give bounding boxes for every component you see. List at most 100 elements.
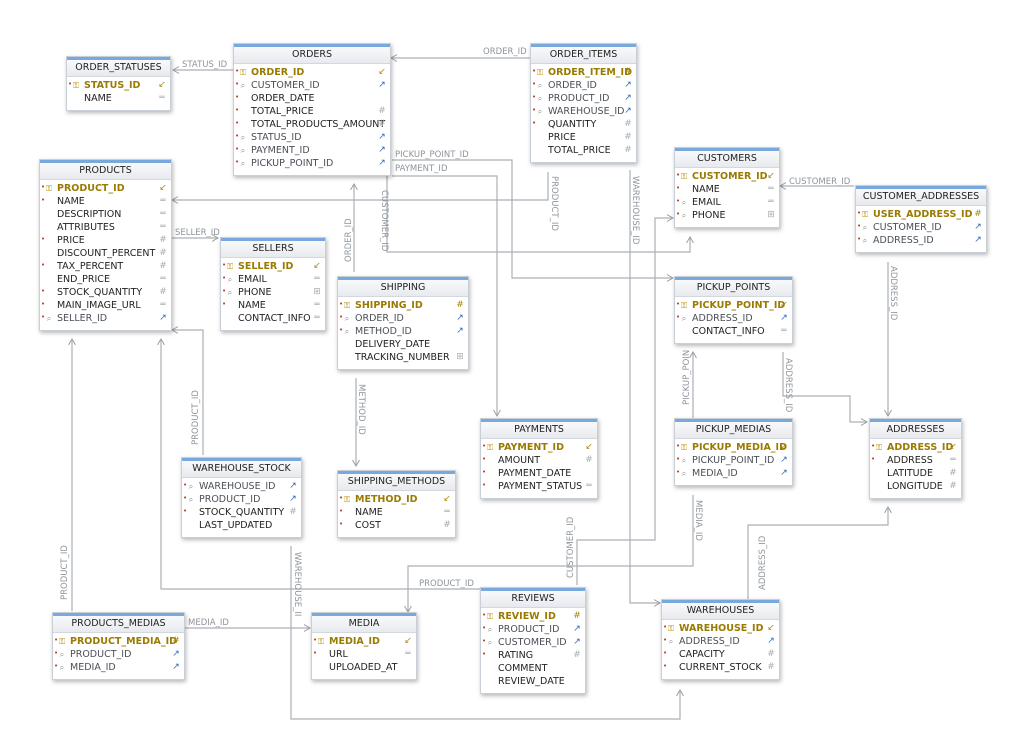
column-row[interactable]: DESCRIPTION ═ xyxy=(40,208,171,221)
column-row[interactable]: • TAX_PERCENT # xyxy=(40,260,171,273)
column-row[interactable]: • PRICE # xyxy=(40,234,171,247)
column-row[interactable]: ⌕ • CUSTOMER_ID ↗ xyxy=(856,221,986,234)
column-row[interactable]: ⌕ • ADDRESS_ID ↗ xyxy=(675,312,792,325)
column-row[interactable]: • TOTAL_PRICE # xyxy=(234,105,390,118)
table-order-statuses[interactable]: ORDER_STATUSES ⚿ • STATUS_ID ↙ NAME ═ xyxy=(66,56,171,111)
column-row[interactable]: ⚿ • METHOD_ID ↙ xyxy=(338,493,455,506)
column-row[interactable]: • AMOUNT # xyxy=(481,454,597,467)
column-row[interactable]: ⌕ • ORDER_ID ↗ xyxy=(531,79,636,92)
column-row[interactable]: ⌕ • MEDIA_ID ↗ xyxy=(675,467,792,480)
column-row[interactable]: • STOCK_QUANTITY # xyxy=(182,506,301,519)
column-row[interactable]: ⚿ • SELLER_ID ↙ xyxy=(221,260,325,273)
column-row[interactable]: LAST_UPDATED xyxy=(182,519,301,532)
column-row[interactable]: • PAYMENT_STATUS ═ xyxy=(481,480,597,493)
table-reviews[interactable]: REVIEWS ⚿ • REVIEW_ID # ⌕ • PRODUCT_ID ↗ ⌕ • CUSTOM… xyxy=(480,587,586,694)
column-row[interactable]: CONTACT_INFO ═ xyxy=(221,312,325,325)
column-row[interactable]: TOTAL_PRICE # xyxy=(531,144,636,157)
column-row[interactable]: REVIEW_DATE xyxy=(481,675,585,688)
column-row[interactable]: ATTRIBUTES ═ xyxy=(40,221,171,234)
column-row[interactable]: ⌕ • WAREHOUSE_ID ↗ xyxy=(531,105,636,118)
column-row[interactable]: • NAME ═ xyxy=(221,299,325,312)
column-row[interactable]: LONGITUDE # xyxy=(870,480,961,493)
column-row[interactable]: ⚿ • PRODUCT_ID ↙ xyxy=(40,182,171,195)
column-row[interactable]: ⚿ • PRODUCT_MEDIA_ID # xyxy=(53,635,184,648)
table-products-medias[interactable]: PRODUCTS_MEDIAS ⚿ • PRODUCT_MEDIA_ID # ⌕ • PROD… xyxy=(52,612,185,680)
column-row[interactable]: PRICE # xyxy=(531,131,636,144)
table-order-items[interactable]: ORDER_ITEMS ⚿ • ORDER_ITEM_ID # ⌕ • ORDER_ID ↗ ⌕ •… xyxy=(530,43,637,163)
column-row[interactable]: ⌕ • PICKUP_POINT_ID ↗ xyxy=(234,157,390,170)
column-row[interactable]: ⚿ • CUSTOMER_ID ↙ xyxy=(675,170,779,183)
column-row[interactable]: ⌕ • PRODUCT_ID ↗ xyxy=(53,648,184,661)
column-row[interactable]: • QUANTITY # xyxy=(531,118,636,131)
column-row[interactable]: ⌕ • ADDRESS_ID ↗ xyxy=(662,635,779,648)
column-row[interactable]: CONTACT_INFO ═ xyxy=(675,325,792,338)
table-products[interactable]: PRODUCTS ⚿ • PRODUCT_ID ↙ • NAME ═ DESCRIPTION ═ A… xyxy=(39,159,172,331)
column-row[interactable]: ⚿ • REVIEW_ID # xyxy=(481,610,585,623)
table-media[interactable]: MEDIA ⚿ • MEDIA_ID ↙ • URL ═ UPLOADED_AT xyxy=(311,612,417,680)
column-row[interactable]: ⌕ • SELLER_ID ↗ xyxy=(40,312,171,325)
column-row[interactable]: ⌕ • PICKUP_POINT_ID ↗ xyxy=(675,454,792,467)
column-row[interactable]: ⌕ • PHONE ⊞ xyxy=(221,286,325,299)
column-row[interactable]: ⌕ • ADDRESS_ID ↗ xyxy=(856,234,986,247)
table-warehouses[interactable]: WAREHOUSES ⚿ • WAREHOUSE_ID ↙ ⌕ • ADDRESS_ID ↗ • C… xyxy=(661,599,780,680)
table-payments[interactable]: PAYMENTS ⚿ • PAYMENT_ID ↙ • AMOUNT # • PAYMENT_DA… xyxy=(480,418,598,499)
column-row[interactable]: ⌕ • MEDIA_ID ↗ xyxy=(53,661,184,674)
column-row[interactable]: ⌕ • PHONE ⊞ xyxy=(675,209,779,222)
column-row[interactable]: ⌕ • ORDER_ID ↗ xyxy=(338,312,468,325)
column-row[interactable]: • ADDRESS ═ xyxy=(870,454,961,467)
column-row[interactable]: ⚿ • WAREHOUSE_ID ↙ xyxy=(662,622,779,635)
table-pickup-points[interactable]: PICKUP_POINTS ⚿ • PICKUP_POINT_ID ↙ ⌕ • ADDRESS… xyxy=(674,276,793,344)
column-row[interactable]: • TOTAL_PRODUCTS_AMOUNT # xyxy=(234,118,390,131)
column-row[interactable]: ⌕ • PRODUCT_ID ↗ xyxy=(182,493,301,506)
column-row[interactable]: ⌕ • PRODUCT_ID ↗ xyxy=(481,623,585,636)
column-row[interactable]: END_PRICE ═ xyxy=(40,273,171,286)
column-row[interactable]: DELIVERY_DATE xyxy=(338,338,468,351)
column-row[interactable]: ⌕ • PRODUCT_ID ↗ xyxy=(531,92,636,105)
column-row[interactable]: • PAYMENT_DATE xyxy=(481,467,597,480)
table-warehouse-stock[interactable]: WAREHOUSE_STOCK ⌕ • WAREHOUSE_ID ↗ ⌕ • PRODUCT_… xyxy=(181,457,302,538)
column-row[interactable]: ⌕ • WAREHOUSE_ID ↗ xyxy=(182,480,301,493)
column-row[interactable]: • COST # xyxy=(338,519,455,532)
column-row[interactable]: LATITUDE # xyxy=(870,467,961,480)
column-row[interactable]: • MAIN_IMAGE_URL ═ xyxy=(40,299,171,312)
column-row[interactable]: ⌕ • CUSTOMER_ID ↗ xyxy=(481,636,585,649)
column-row[interactable]: ⚿ • ORDER_ID ↙ xyxy=(234,66,390,79)
column-row[interactable]: ⌕ • CUSTOMER_ID ↗ xyxy=(234,79,390,92)
column-row[interactable]: • RATING # xyxy=(481,649,585,662)
table-customers[interactable]: CUSTOMERS ⚿ • CUSTOMER_ID ↙ • NAME ═ ⌕ • EMAIL ═ ⌕ • P… xyxy=(674,147,780,228)
table-addresses[interactable]: ADDRESSES ⚿ • ADDRESS_ID ↙ • ADDRESS ═ LATITUDE #… xyxy=(869,418,962,499)
table-shipping-methods[interactable]: SHIPPING_METHODS ⚿ • METHOD_ID ↙ • NAME ═ • COST # xyxy=(337,470,456,538)
column-row[interactable]: • CAPACITY # xyxy=(662,648,779,661)
column-row[interactable]: DISCOUNT_PERCENT # xyxy=(40,247,171,260)
column-row[interactable]: UPLOADED_AT xyxy=(312,661,416,674)
column-row[interactable]: ⚿ • SHIPPING_ID # xyxy=(338,299,468,312)
table-shipping[interactable]: SHIPPING ⚿ • SHIPPING_ID # ⌕ • ORDER_ID ↗ ⌕ • METHO… xyxy=(337,276,469,370)
column-row[interactable]: ⚿ • PICKUP_MEDIA_ID ↙ xyxy=(675,441,792,454)
table-pickup-medias[interactable]: PICKUP_MEDIAS ⚿ • PICKUP_MEDIA_ID ↙ ⌕ • PICKUP_… xyxy=(674,418,793,486)
column-row[interactable]: ⌕ • METHOD_ID ↗ xyxy=(338,325,468,338)
column-row[interactable]: • URL ═ xyxy=(312,648,416,661)
column-row[interactable]: ⚿ • MEDIA_ID ↙ xyxy=(312,635,416,648)
column-row[interactable]: • NAME ═ xyxy=(675,183,779,196)
column-row[interactable]: • ORDER_DATE xyxy=(234,92,390,105)
column-row[interactable]: ⚿ • ORDER_ITEM_ID # xyxy=(531,66,636,79)
column-row[interactable]: ⚿ • ADDRESS_ID ↙ xyxy=(870,441,961,454)
column-row[interactable]: ⚿ • USER_ADDRESS_ID # xyxy=(856,208,986,221)
table-sellers[interactable]: SELLERS ⚿ • SELLER_ID ↙ ⌕ • EMAIL ═ ⌕ • PHONE ⊞ • NAME… xyxy=(220,237,326,331)
column-row[interactable]: ⌕ • STATUS_ID ↗ xyxy=(234,131,390,144)
column-row[interactable]: ⌕ • EMAIL ═ xyxy=(221,273,325,286)
column-row[interactable]: ⌕ • PAYMENT_ID ↗ xyxy=(234,144,390,157)
column-row[interactable]: • NAME ═ xyxy=(338,506,455,519)
column-row[interactable]: • CURRENT_STOCK # xyxy=(662,661,779,674)
table-orders[interactable]: ORDERS ⚿ • ORDER_ID ↙ ⌕ • CUSTOMER_ID ↗ • ORDER_DA… xyxy=(233,43,391,176)
column-row[interactable]: TRACKING_NUMBER ⊞ xyxy=(338,351,468,364)
column-row[interactable]: ⚿ • PICKUP_POINT_ID ↙ xyxy=(675,299,792,312)
column-row[interactable]: COMMENT xyxy=(481,662,585,675)
column-row[interactable]: ⚿ • PAYMENT_ID ↙ xyxy=(481,441,597,454)
column-row[interactable]: ⚿ • STATUS_ID ↙ xyxy=(67,79,170,92)
column-row[interactable]: ⌕ • EMAIL ═ xyxy=(675,196,779,209)
column-row[interactable]: NAME ═ xyxy=(67,92,170,105)
column-row[interactable]: • STOCK_QUANTITY # xyxy=(40,286,171,299)
table-customer-addresses[interactable]: CUSTOMER_ADDRESSES ⚿ • USER_ADDRESS_ID # ⌕ • CU… xyxy=(855,185,987,253)
column-row[interactable]: • NAME ═ xyxy=(40,195,171,208)
